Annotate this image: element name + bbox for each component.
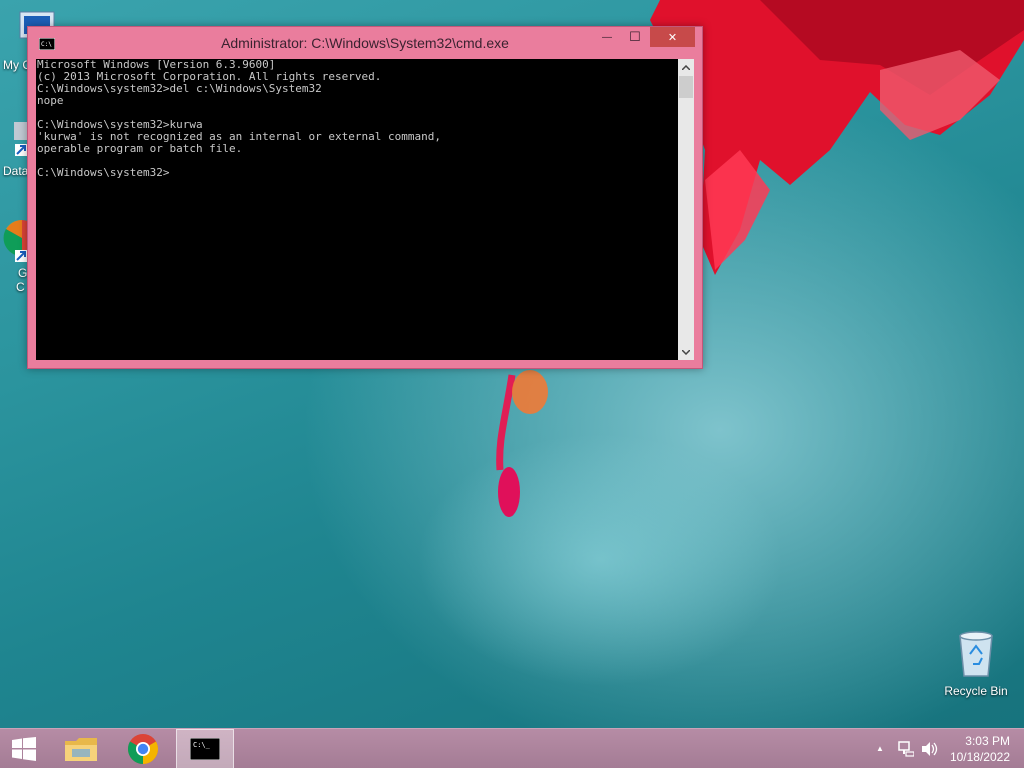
desktop-icon-label: Data [3,164,29,178]
chevron-up-icon [682,64,690,70]
console-text: Microsoft Windows [Version 6.3.9600] (c)… [36,59,678,179]
taskbar: C:\_ ▲ 3:03 PM 10/18/2022 [0,728,1024,769]
chrome-icon [127,734,159,764]
clock-time: 3:03 PM [965,734,1010,748]
file-explorer-button[interactable] [52,729,110,769]
desktop-icon-label: G [18,266,28,280]
maximize-icon: ☐ [629,29,641,44]
desktop: My C Data G C Recycle Bin C:\ Administra… [0,0,1024,728]
shortcut-icon [14,122,28,156]
chevron-down-icon [682,349,690,355]
chrome-button[interactable] [114,729,172,769]
minimize-button[interactable]: — [594,27,620,47]
volume-icon[interactable] [921,741,939,757]
console-output[interactable]: Microsoft Windows [Version 6.3.9600] (c)… [36,59,678,360]
window-titlebar[interactable]: C:\ Administrator: C:\Windows\System32\c… [28,27,702,59]
scroll-down-button[interactable] [678,344,694,360]
console-line: nope [37,94,64,107]
close-icon: ✕ [667,31,678,44]
vertical-scrollbar[interactable] [678,59,694,360]
chrome-icon [3,219,30,262]
clock-date: 10/18/2022 [949,750,1010,764]
cmd-window[interactable]: C:\ Administrator: C:\Windows\System32\c… [27,26,703,369]
console-line: operable program or batch file. [37,142,243,155]
show-hidden-icons-button[interactable]: ▲ [876,744,884,753]
console-line: C:\Windows\system32>del c:\Windows\Syste… [37,82,322,95]
cmd-icon: C:\_ [190,738,220,760]
clock[interactable]: 3:03 PM 10/18/2022 [950,733,1010,765]
recycle-bin-icon [959,631,993,677]
console-prompt: C:\Windows\system32> [37,166,170,179]
windows-logo-icon [12,737,36,761]
svg-text:C:\_: C:\_ [193,741,211,749]
scroll-thumb[interactable] [679,76,693,98]
folder-icon [65,738,97,761]
desktop-icon-recycle-bin[interactable]: Recycle Bin [938,630,1014,698]
maximize-button[interactable]: ☐ [622,27,648,47]
minimize-icon: — [602,31,612,43]
cmd-taskbar-button[interactable]: C:\_ [176,729,234,769]
desktop-icon-label: C [16,280,25,294]
start-button[interactable] [0,729,48,769]
scroll-up-button[interactable] [678,59,694,75]
network-icon[interactable] [898,741,914,757]
close-button[interactable]: ✕ [650,27,695,47]
recycle-bin-label: Recycle Bin [944,684,1008,698]
